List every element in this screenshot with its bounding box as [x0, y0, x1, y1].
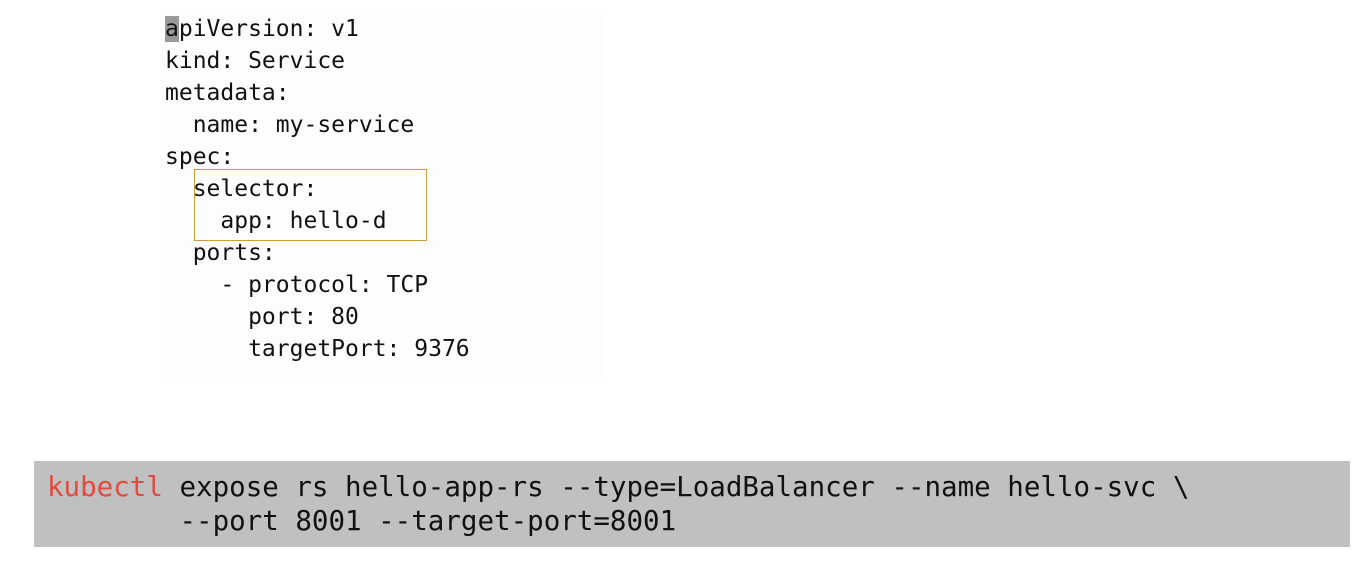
command-line-2: --port 8001 --target-port=8001	[47, 505, 677, 537]
yaml-line-name: name: my-service	[165, 112, 415, 138]
yaml-line-text: piVersion: v1	[178, 16, 359, 42]
command-line-1: kubectl expose rs hello-app-rs --type=Lo…	[47, 470, 1189, 504]
yaml-line-ports: ports:	[165, 240, 276, 266]
command-args: expose rs hello-app-rs --type=LoadBalanc…	[162, 471, 1190, 503]
yaml-line-protocol: - protocol: TCP	[165, 272, 429, 298]
yaml-line-target-port: targetPort: 9376	[165, 336, 470, 362]
text-cursor: a	[165, 16, 179, 42]
page: apiVersion: v1 kind: Service metadata: n…	[0, 0, 1366, 578]
yaml-line-port: port: 80	[165, 304, 359, 330]
yaml-line-api-version[interactable]: apiVersion: v1	[165, 13, 359, 45]
kubectl-keyword: kubectl	[47, 471, 163, 503]
yaml-line-kind: kind: Service	[165, 48, 346, 74]
yaml-line-metadata: metadata:	[165, 80, 290, 106]
selector-highlight-box	[194, 169, 427, 241]
